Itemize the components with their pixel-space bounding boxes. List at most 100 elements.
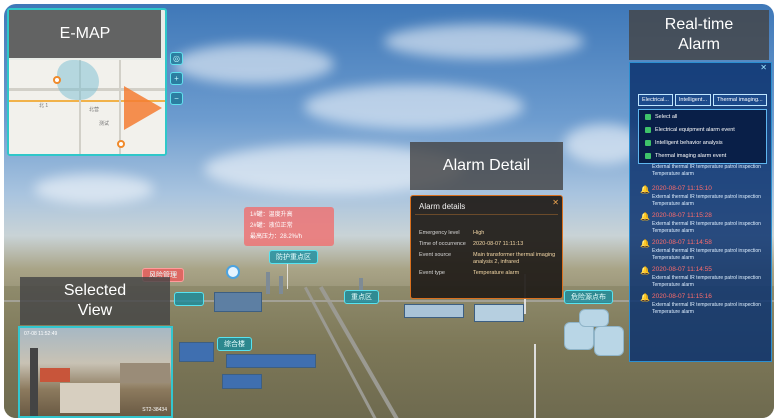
- alarm-description: External thermal IR temperature patrol i…: [652, 248, 761, 261]
- chimney: [279, 276, 283, 294]
- zoom-in-button[interactable]: +: [170, 72, 183, 85]
- tag-stem: [287, 264, 288, 289]
- filter-option[interactable]: Electrical equipment alarm event: [639, 123, 766, 136]
- location-pin-icon[interactable]: [226, 265, 240, 279]
- cloud: [34, 174, 154, 204]
- filter-option-label: Electrical equipment alarm event: [655, 126, 735, 133]
- detail-value: 2020-08-07 11:11:13: [473, 241, 524, 247]
- alarm-description: External thermal IR temperature patrol i…: [652, 194, 761, 207]
- alarm-item[interactable]: 🔔 2020-08-07 11:15:16 External thermal I…: [638, 293, 768, 320]
- scene-tag[interactable]: 综合楼: [217, 337, 252, 351]
- selected-view-label: Selected View: [20, 277, 170, 325]
- map-marker-icon[interactable]: [53, 76, 61, 84]
- map-coverage-area: [57, 60, 99, 100]
- scene-tag[interactable]: 重点区: [344, 290, 379, 304]
- divider: [415, 214, 558, 215]
- bell-alarm-icon: 🔔: [640, 185, 650, 194]
- filter-option[interactable]: Select all: [639, 110, 766, 123]
- filter-option[interactable]: Thermal imaging alarm event: [639, 149, 766, 162]
- alarm-description: External thermal IR temperature patrol i…: [652, 275, 761, 288]
- tab-electrical[interactable]: Electrical...: [638, 94, 673, 106]
- alarm-item[interactable]: 🔔 2020-08-07 11:14:55 External thermal I…: [638, 266, 768, 293]
- camera-channel: ST2-38434: [142, 407, 167, 413]
- bell-alarm-icon: 🔔: [640, 293, 650, 302]
- scene-tag[interactable]: [174, 292, 204, 306]
- cloud: [384, 24, 584, 59]
- filter-option-label: Select all: [655, 113, 678, 120]
- site-equipment: [40, 368, 70, 382]
- drill-rig: [30, 348, 38, 416]
- alarm-time: 2020-08-07 11:14:55: [652, 266, 712, 273]
- note-line: 最高压力：28.2%/h: [250, 234, 303, 240]
- alarm-time: 2020-08-07 11:15:28: [652, 212, 712, 219]
- building: [214, 292, 262, 312]
- building: [226, 354, 316, 368]
- building: [222, 374, 262, 389]
- close-icon[interactable]: ✕: [552, 198, 559, 207]
- alarm-detail-label: Alarm Detail: [410, 142, 563, 190]
- detail-value: Temperature alarm: [473, 270, 520, 276]
- alarm-time: 2020-08-07 11:15:16: [652, 293, 712, 300]
- realtime-alarm-label: Real-time Alarm: [629, 10, 769, 60]
- checkbox-checked-icon[interactable]: [645, 113, 651, 120]
- checkbox-checked-icon[interactable]: [645, 152, 651, 159]
- emap-label: E-MAP: [9, 10, 161, 58]
- selected-camera-view[interactable]: 07-08 11:52:49 ST2-38434: [18, 326, 173, 418]
- storage-tank: [594, 326, 624, 356]
- alarm-list: 🔔 2020-08-07 11:15:10 External thermal I…: [638, 185, 768, 320]
- map-label: 北 1: [39, 103, 49, 109]
- filter-option-label: Intelligent behavior analysis: [655, 139, 723, 146]
- filter-option-label: Thermal imaging alarm event: [655, 152, 727, 159]
- site-shed: [60, 383, 120, 413]
- alarm-description: External thermal IR temperature patrol i…: [652, 164, 761, 177]
- map-label: 测试: [99, 121, 110, 127]
- alarm-description: External thermal IR temperature patrol i…: [652, 221, 761, 234]
- detail-value: Main transformer thermal imaging analysi…: [473, 252, 556, 265]
- detail-value: High: [473, 230, 485, 236]
- power-tower: [534, 344, 536, 418]
- detail-label: Event source: [419, 252, 452, 258]
- zoom-out-button[interactable]: −: [170, 92, 183, 105]
- chimney: [266, 272, 270, 294]
- alarm-time: 2020-08-07 11:14:58: [652, 239, 712, 246]
- building: [404, 304, 464, 318]
- sensor-note: 1#罐：温度升高 2#罐：液位正常 最高压力：28.2%/h: [244, 207, 334, 246]
- alarm-filter-dropdown[interactable]: Select all Electrical equipment alarm ev…: [638, 109, 767, 164]
- alarm-item[interactable]: 🔔 2020-08-07 11:15:28 External thermal I…: [638, 212, 768, 239]
- tab-thermal[interactable]: Thermal imaging...: [713, 94, 767, 106]
- map-layer-button[interactable]: ◎: [170, 52, 183, 65]
- bell-alarm-icon: 🔔: [640, 239, 650, 248]
- site-container: [120, 363, 170, 383]
- note-line: 1#罐：温度升高: [250, 212, 293, 218]
- map-label: 北营: [89, 107, 100, 113]
- scene-tag[interactable]: 防护重点区: [269, 250, 318, 264]
- alarm-time: 2020-08-07 11:15:10: [652, 185, 712, 192]
- detail-label: Event type: [419, 270, 445, 276]
- bell-alarm-icon: 🔔: [640, 212, 650, 221]
- alarm-description: External thermal IR temperature patrol i…: [652, 302, 761, 315]
- camera-view-fan: [124, 86, 162, 130]
- cloud: [304, 84, 524, 129]
- note-line: 2#罐：液位正常: [250, 223, 293, 229]
- camera-timestamp: 07-08 11:52:49: [24, 331, 58, 337]
- cloud: [174, 44, 334, 84]
- building: [474, 304, 524, 322]
- alarm-detail-panel: ✕ Alarm details Emergency level High Tim…: [410, 195, 563, 299]
- detail-label: Emergency level: [419, 230, 460, 236]
- emap-map[interactable]: 北 1 北营 测试: [9, 60, 165, 154]
- checkbox-checked-icon[interactable]: [645, 126, 651, 133]
- scene-tag[interactable]: 危险源点布: [564, 290, 613, 304]
- tab-intelligent[interactable]: Intelligent...: [674, 94, 712, 106]
- alarm-filter-tabs: Electrical... Intelligent... Thermal ima…: [638, 94, 767, 106]
- bell-alarm-icon: 🔔: [640, 266, 650, 275]
- camera-marker-icon[interactable]: [117, 140, 125, 148]
- alarm-detail-title: Alarm details: [419, 202, 466, 211]
- filter-option[interactable]: Intelligent behavior analysis: [639, 136, 766, 149]
- storage-tank: [579, 309, 609, 327]
- alarm-item[interactable]: 🔔 2020-08-07 11:14:58 External thermal I…: [638, 239, 768, 266]
- alarm-item[interactable]: 🔔 2020-08-07 11:15:10 External thermal I…: [638, 185, 768, 212]
- close-icon[interactable]: ✕: [760, 63, 767, 72]
- checkbox-checked-icon[interactable]: [645, 139, 651, 146]
- realtime-alarm-panel: ✕ Electrical... Intelligent... Thermal i…: [629, 62, 772, 362]
- building: [179, 342, 214, 362]
